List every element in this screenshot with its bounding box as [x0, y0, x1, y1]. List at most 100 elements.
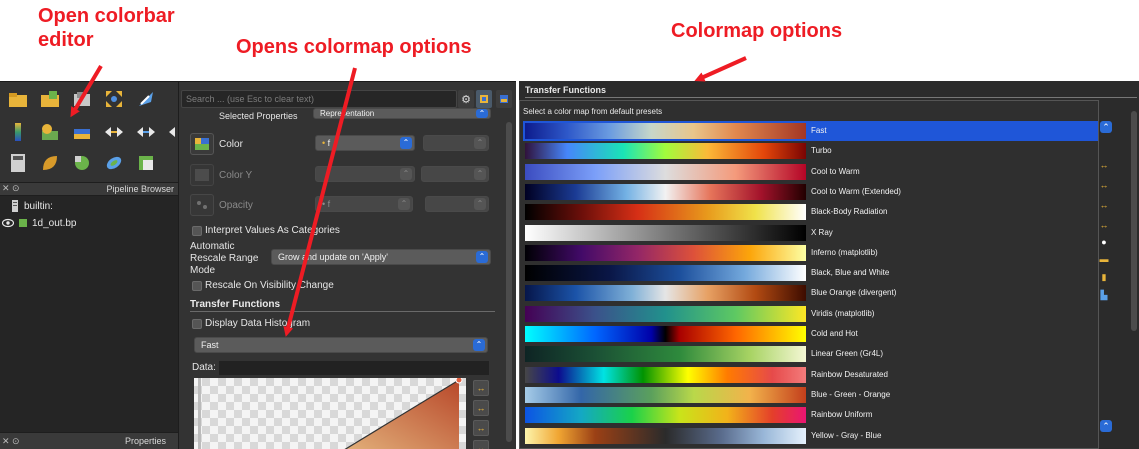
preset-row[interactable]: Cold and Hot	[523, 324, 1098, 344]
edit-colormap-small-icon[interactable]	[496, 90, 512, 108]
opacity-label: Opacity	[219, 200, 253, 211]
chevron-down-icon[interactable]: ⌃	[1100, 121, 1112, 133]
temporal-range-icon[interactable]: ↔	[473, 420, 489, 436]
preset-row[interactable]: Inferno (matplotlib)	[523, 243, 1098, 263]
interact-icon[interactable]	[132, 86, 160, 112]
chevron-down-icon: ⌃	[474, 168, 486, 180]
reset-camera-icon[interactable]	[100, 86, 128, 112]
histogram-icon[interactable]: ▙	[1098, 289, 1110, 301]
annotation-open-colorbar-editor: Open colorbar editor	[38, 5, 175, 51]
preset-row[interactable]: Cool to Warm	[523, 162, 1098, 182]
reset-range-icon[interactable]: ↔	[473, 380, 489, 396]
preset-row[interactable]: Blue - Green - Orange	[523, 385, 1098, 405]
color-y-combo[interactable]: ⌃	[315, 166, 415, 182]
colormap-swatch	[525, 326, 806, 342]
circle-icon[interactable]: ●	[1098, 236, 1110, 248]
colormap-swatch	[525, 143, 806, 160]
preset-row[interactable]: Cool to Warm (Extended)	[523, 182, 1098, 202]
colormap-swatch	[525, 366, 806, 383]
dataset-icon	[19, 219, 27, 227]
edit-color-map-icon[interactable]	[36, 119, 64, 145]
gear-icon[interactable]: ⚙	[458, 90, 474, 108]
custom-range-icon[interactable]: ↔	[1098, 179, 1110, 191]
preset-row[interactable]: Viridis (matplotlib)	[523, 304, 1098, 324]
tree-item-label: builtin:	[24, 200, 53, 212]
colormap-preset-combo[interactable]: Fast ⌃	[194, 337, 488, 353]
colormap-swatch	[525, 123, 806, 139]
visible-range-icon[interactable]: ↔	[1098, 219, 1110, 231]
rescale-visibility-checkbox[interactable]	[192, 281, 202, 291]
toolbar	[0, 82, 178, 182]
color-y-icon	[190, 164, 214, 186]
opacity-component-combo[interactable]: ⌃	[425, 196, 489, 212]
interpret-categories-checkbox[interactable]	[192, 226, 202, 236]
chevron-down-icon[interactable]: ⌃	[1100, 420, 1112, 432]
transfer-functions-dialog: Transfer Functions Select a color map fr…	[519, 81, 1139, 449]
pipeline-tree: builtin: 1d_out.bp	[0, 196, 178, 432]
contour-icon[interactable]	[36, 150, 64, 176]
temporal-range-icon[interactable]: ↔	[1098, 199, 1110, 211]
paraview-left-region: ✕ ⊙ Pipeline Browser builtin: 1d_out.bp …	[0, 81, 516, 449]
representation-combo[interactable]: Representation ⌃	[313, 108, 491, 119]
section-divider	[190, 311, 495, 312]
preset-row[interactable]: Blue Orange (divergent)	[523, 283, 1098, 303]
search-input[interactable]: Search ... (use Esc to clear text)	[181, 90, 457, 108]
properties-dock-header: ✕ ⊙ Properties	[0, 432, 178, 449]
display-histogram-checkbox[interactable]	[192, 319, 202, 329]
rescale-data-range-icon[interactable]	[68, 119, 96, 145]
chart-icon[interactable]: ▮	[1098, 271, 1110, 283]
tree-item-label: 1d_out.bp	[32, 217, 77, 229]
load-state-icon[interactable]	[36, 86, 64, 112]
colormap-swatch	[525, 183, 806, 200]
folder-icon[interactable]: ▬	[1098, 253, 1110, 265]
preset-row[interactable]: Black, Blue and White	[523, 263, 1098, 283]
dock-controls-icon[interactable]: ✕ ⊙	[2, 436, 20, 447]
preset-name: Cool to Warm (Extended)	[811, 186, 901, 196]
open-folder-icon[interactable]	[4, 86, 32, 112]
colormap-swatch	[525, 407, 806, 424]
save-state-icon[interactable]	[68, 86, 96, 112]
toggle-color-legend-icon[interactable]	[4, 119, 32, 145]
preset-row[interactable]: Yellow - Gray - Blue	[523, 426, 1098, 446]
rescale-temporal-range-icon[interactable]	[132, 119, 160, 145]
tree-item-1d-out[interactable]: 1d_out.bp	[2, 215, 77, 231]
color-y-component-combo[interactable]: ⌃	[421, 166, 489, 182]
clip-icon[interactable]	[68, 150, 96, 176]
opacity-array-combo[interactable]: • f ⌃	[315, 196, 413, 212]
opacity-curve[interactable]	[194, 378, 466, 449]
rescale-custom-range-icon[interactable]	[100, 119, 128, 145]
advanced-toggle-icon[interactable]	[476, 90, 492, 108]
custom-range-icon[interactable]: ↔	[473, 400, 489, 416]
auto-rescale-combo[interactable]: Grow and update on 'Apply' ⌃	[271, 249, 491, 265]
preset-name: Cool to Warm	[811, 166, 860, 176]
tree-item-builtin[interactable]: builtin:	[10, 198, 53, 214]
reset-range-icon[interactable]: ↔	[1098, 159, 1110, 171]
preset-name: Linear Green (Gr4L)	[811, 349, 884, 359]
opacity-icon	[190, 194, 214, 216]
preset-hint: Select a color map from default presets	[523, 107, 663, 116]
preset-row[interactable]: X Ray	[523, 223, 1098, 243]
preset-name: Black, Blue and White	[811, 268, 890, 278]
dialog-scrollbar[interactable]	[1131, 111, 1137, 331]
preset-name: Blue - Green - Orange	[811, 389, 891, 399]
transfer-function-editor[interactable]	[194, 378, 466, 449]
preset-row[interactable]: Black-Body Radiation	[523, 202, 1098, 222]
data-range-field[interactable]	[219, 361, 489, 375]
preset-row[interactable]: Rainbow Uniform	[523, 405, 1098, 425]
threshold-icon[interactable]	[132, 150, 160, 176]
preset-row[interactable]: Turbo	[523, 141, 1098, 161]
colormap-swatch	[525, 386, 806, 403]
rescale-visibility-label: Rescale On Visibility Change	[205, 280, 334, 291]
color-component-combo[interactable]: ⌃	[423, 135, 489, 151]
visible-range-icon[interactable]: ↔	[473, 440, 489, 449]
calculator-icon[interactable]	[4, 150, 32, 176]
dock-controls-icon[interactable]: ✕ ⊙	[2, 183, 20, 194]
slice-icon[interactable]	[100, 150, 128, 176]
preset-name: Blue Orange (divergent)	[811, 288, 897, 298]
eye-icon[interactable]	[2, 218, 14, 228]
color-array-combo[interactable]: • f ⌃	[315, 135, 415, 151]
preset-row[interactable]: Linear Green (Gr4L)	[523, 344, 1098, 364]
properties-scrollbar[interactable]	[506, 122, 512, 442]
preset-row[interactable]: Fast	[523, 121, 1098, 141]
preset-row[interactable]: Rainbow Desaturated	[523, 365, 1098, 385]
